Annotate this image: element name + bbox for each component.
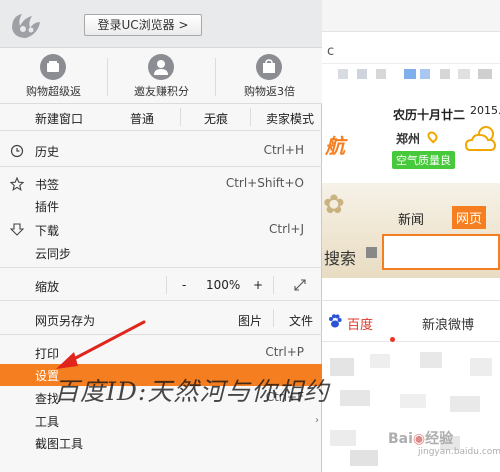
browser-title-bar xyxy=(322,0,500,32)
shortcut-text: Ctrl+J xyxy=(269,222,304,236)
invite-friends-item[interactable]: 邀友赚积分 xyxy=(108,48,215,104)
air-quality-badge: 空气质量良 xyxy=(392,151,455,169)
baidu-mark-text: Bai xyxy=(388,431,413,447)
login-button[interactable]: 登录UC浏览器 > xyxy=(84,14,202,36)
divider xyxy=(0,334,322,335)
baidu-link[interactable]: 百度 xyxy=(347,314,373,333)
download-icon xyxy=(10,223,24,236)
divider xyxy=(180,108,181,126)
menu-item-label: 历史 xyxy=(35,145,60,159)
menu-item-label: 下载 xyxy=(35,224,60,238)
date-year: 2015. xyxy=(470,104,500,117)
save-as-image-button[interactable]: 图片 xyxy=(238,312,262,329)
zoom-level: 100% xyxy=(206,278,241,292)
save-as-file-button[interactable]: 文件 xyxy=(289,312,313,329)
baidu-jingyan-url: jingyan.baidu.com xyxy=(418,447,500,457)
new-window-label: 新建窗口 xyxy=(35,112,84,126)
baidu-suffix-text: 经验 xyxy=(425,431,454,447)
shopping-rebate-label: 购物超级返 xyxy=(26,85,81,98)
shopping-cart-icon xyxy=(40,54,66,80)
shortcut-text: Ctrl+H xyxy=(263,143,304,157)
address-bar-icon: c xyxy=(327,44,335,59)
menu-item-label: 工具 xyxy=(35,415,60,429)
new-window-seller-mode[interactable]: 卖家模式 xyxy=(266,110,314,127)
new-window-incognito[interactable]: 无痕 xyxy=(204,110,228,127)
new-window-normal[interactable]: 普通 xyxy=(130,110,154,127)
menu-item-cloud-sync[interactable]: 云同步 xyxy=(0,242,322,264)
divider xyxy=(0,300,322,301)
new-window-row: 新建窗口 普通 无痕 卖家模式 xyxy=(0,106,322,128)
browser-address-area xyxy=(322,32,500,64)
search-engine-dropdown[interactable] xyxy=(366,247,377,258)
divider xyxy=(250,108,251,126)
shopping-bag-icon xyxy=(256,54,282,80)
divider xyxy=(0,267,322,268)
clock-icon xyxy=(10,144,24,158)
save-page-label: 网页另存为 xyxy=(35,314,96,328)
menu-item-label: 截图工具 xyxy=(35,437,84,451)
baidu-paw-icon xyxy=(329,314,342,328)
divider xyxy=(273,276,274,294)
divider xyxy=(166,276,167,294)
banner-decoration: ✿ xyxy=(323,190,345,220)
menu-header: 登录UC浏览器 > xyxy=(0,0,322,48)
site-logo-fragment: 航 xyxy=(325,134,345,158)
divider xyxy=(273,309,274,327)
shopping-rebate-item[interactable]: 购物超级返 xyxy=(0,48,107,104)
triple-rebate-item[interactable]: 购物返3倍 xyxy=(216,48,323,104)
baidu-paw-mark-icon: ◉ xyxy=(412,431,426,447)
menu-item-label: 书签 xyxy=(35,178,60,192)
menu-item-downloads[interactable]: 下载 Ctrl+J xyxy=(0,219,322,241)
zoom-label: 缩放 xyxy=(35,280,60,294)
shortcut-text: Ctrl+Shift+O xyxy=(225,176,304,190)
weather-city[interactable]: 郑州 xyxy=(396,130,420,147)
lunar-date: 农历十月廿二 xyxy=(393,108,466,122)
uc-logo-icon xyxy=(12,14,40,38)
quick-icons-row: 购物超级返 邀友赚积分 购物返3倍 xyxy=(0,48,322,104)
menu-item-screenshot[interactable]: 截图工具 xyxy=(0,432,322,454)
tab-web[interactable]: 网页 xyxy=(452,206,487,229)
search-input[interactable] xyxy=(382,234,500,270)
baidu-jingyan-logo: Bai◉经验 xyxy=(388,428,453,448)
fullscreen-icon[interactable] xyxy=(293,278,307,292)
divider xyxy=(0,166,322,167)
menu-item-tools[interactable]: 工具 › xyxy=(0,410,322,432)
menu-item-label: 云同步 xyxy=(35,247,72,261)
sina-weibo-link[interactable]: 新浪微博 xyxy=(422,314,474,333)
divider xyxy=(0,130,322,131)
tab-news[interactable]: 新闻 xyxy=(398,209,424,228)
weather-cloud-icon xyxy=(464,126,497,151)
menu-item-print[interactable]: 打印 Ctrl+P xyxy=(0,342,322,364)
triple-rebate-label: 购物返3倍 xyxy=(244,85,295,98)
search-label: 搜索 xyxy=(324,249,357,268)
author-watermark: 百度ID:天然河与你相约 xyxy=(54,377,330,406)
submenu-arrow-icon: › xyxy=(315,415,319,426)
location-pin-icon xyxy=(425,129,440,144)
invite-friends-label: 邀友赚积分 xyxy=(134,85,189,98)
menu-item-label: 打印 xyxy=(35,347,60,361)
star-icon xyxy=(10,177,24,191)
user-icon xyxy=(148,54,174,80)
notification-dot xyxy=(390,337,395,342)
shortcut-text: Ctrl+P xyxy=(265,345,304,359)
menu-item-label: 插件 xyxy=(35,200,60,214)
zoom-out-button[interactable]: - xyxy=(182,278,186,292)
menu-item-bookmarks[interactable]: 书签 Ctrl+Shift+O xyxy=(0,173,322,195)
zoom-in-button[interactable]: + xyxy=(253,278,263,292)
menu-item-history[interactable]: 历史 Ctrl+H xyxy=(0,140,322,162)
menu-item-plugins[interactable]: 插件 xyxy=(0,195,322,217)
